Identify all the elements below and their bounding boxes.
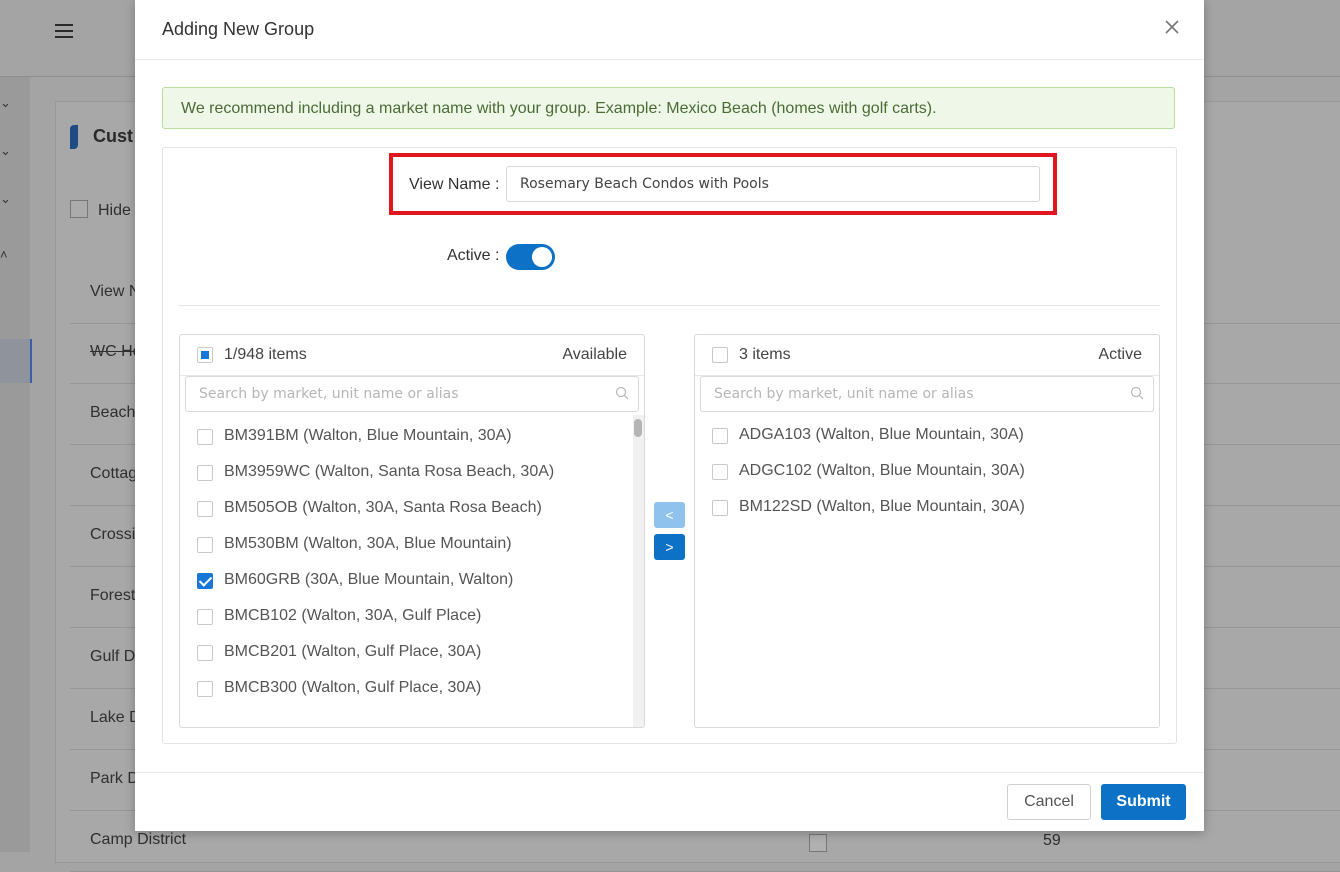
item-checkbox[interactable] (712, 464, 728, 480)
chevron-down-icon[interactable]: ⌄ (0, 95, 11, 111)
available-search-input[interactable]: Search by market, unit name or alias (185, 376, 639, 412)
list-item[interactable]: BM391BM (Walton, Blue Mountain, 30A) (180, 419, 644, 455)
cancel-button[interactable]: Cancel (1007, 784, 1091, 820)
active-search-input[interactable]: Search by market, unit name or alias (700, 376, 1154, 412)
item-label: BM60GRB (30A, Blue Mountain, Walton) (224, 571, 514, 588)
info-alert: We recommend including a market name wit… (162, 87, 1175, 129)
move-left-button[interactable]: < (654, 502, 685, 528)
list-item[interactable]: ADGA103 (Walton, Blue Mountain, 30A) (695, 418, 1159, 454)
list-item[interactable]: BMCB102 (Walton, 30A, Gulf Place) (180, 599, 644, 635)
row-label: WC Ho (90, 343, 142, 360)
hide-checkbox[interactable]: Hide (70, 200, 131, 220)
close-icon[interactable] (1163, 18, 1181, 36)
search-icon (1130, 386, 1144, 400)
active-title: Active (1098, 346, 1142, 363)
move-right-button[interactable]: > (654, 534, 685, 560)
item-label: ADGC102 (Walton, Blue Mountain, 30A) (739, 462, 1025, 479)
item-checkbox[interactable] (712, 500, 728, 516)
active-items: ADGA103 (Walton, Blue Mountain, 30A) ADGC… (695, 412, 1159, 727)
scrollbar[interactable] (633, 415, 644, 727)
list-item[interactable]: BM530BM (Walton, 30A, Blue Mountain) (180, 527, 644, 563)
row-label: Cottag (90, 465, 138, 482)
add-group-modal: Adding New Group We recommend including … (135, 0, 1204, 831)
sidebar: ⌄ ⌄ ⌄ ˄ (0, 77, 32, 852)
item-checkbox[interactable] (197, 573, 213, 589)
list-item[interactable]: BM3959WC (Walton, Santa Rosa Beach, 30A) (180, 455, 644, 491)
item-checkbox[interactable] (197, 681, 213, 697)
alert-text: We recommend including a market name wit… (181, 100, 937, 117)
item-checkbox[interactable] (197, 465, 213, 481)
submit-button[interactable]: Submit (1101, 784, 1186, 820)
available-list: 1/948 items Available Search by market, … (179, 334, 645, 728)
modal-title: Adding New Group (162, 19, 315, 39)
list-item[interactable]: BM60GRB (30A, Blue Mountain, Walton) (180, 563, 644, 599)
list-item[interactable]: BMCB201 (Walton, Gulf Place, 30A) (180, 635, 644, 671)
row-label: Gulf D (90, 648, 136, 665)
chevron-up-icon[interactable]: ˄ (0, 247, 8, 262)
item-label: BM391BM (Walton, Blue Mountain, 30A) (224, 427, 512, 444)
active-list: 3 items Active Search by market, unit na… (694, 334, 1160, 728)
row-label: Park D (90, 770, 139, 787)
item-checkbox[interactable] (197, 429, 213, 445)
row-checkbox[interactable] (809, 834, 827, 852)
active-toggle[interactable] (506, 244, 555, 270)
active-list-header: 3 items Active (695, 335, 1159, 376)
row-label: Beach (90, 404, 136, 421)
available-items: BM19San (Walton, Blue Mountain, 30A) BM39… (180, 412, 644, 727)
item-label: BMCB102 (Walton, 30A, Gulf Place) (224, 607, 482, 624)
active-count: 3 items (739, 346, 791, 363)
item-label: BM505OB (Walton, 30A, Santa Rosa Beach) (224, 499, 542, 516)
chevron-down-icon[interactable]: ⌄ (0, 191, 11, 207)
available-count: 1/948 items (224, 346, 307, 363)
title-accent (70, 125, 78, 149)
item-checkbox[interactable] (197, 537, 213, 553)
item-checkbox[interactable] (712, 428, 728, 444)
active-label: Active : (447, 247, 500, 264)
item-label: BM122SD (Walton, Blue Mountain, 30A) (739, 498, 1025, 515)
item-label: BMCB201 (Walton, Gulf Place, 30A) (224, 643, 482, 660)
row-label: Camp District (90, 831, 187, 848)
list-item[interactable]: BM19San (Walton, Blue Mountain, 30A) (180, 412, 644, 419)
list-item[interactable]: BM122SD (Walton, Blue Mountain, 30A) (695, 490, 1159, 526)
chevron-down-icon[interactable]: ⌄ (0, 143, 11, 159)
sidebar-selected-item[interactable] (0, 339, 32, 383)
view-name-input[interactable]: Rosemary Beach Condos with Pools (506, 166, 1040, 202)
search-icon (615, 386, 629, 400)
item-label: BM3959WC (Walton, Santa Rosa Beach, 30A) (224, 463, 555, 480)
item-label: BMCB300 (Walton, Gulf Place, 30A) (224, 679, 482, 696)
item-label: BM530BM (Walton, 30A, Blue Mountain) (224, 535, 512, 552)
modal-header: Adding New Group (135, 0, 1204, 60)
divider (179, 305, 1160, 306)
item-checkbox[interactable] (197, 501, 213, 517)
menu-icon[interactable] (55, 24, 73, 38)
list-item[interactable]: BM505OB (Walton, 30A, Santa Rosa Beach) (180, 491, 644, 527)
row-label: Crossi (90, 526, 136, 543)
list-item[interactable]: BMCB300 (Walton, Gulf Place, 30A) (180, 671, 644, 707)
item-checkbox[interactable] (197, 609, 213, 625)
row-value: 59 (1043, 832, 1061, 849)
item-checkbox[interactable] (197, 645, 213, 661)
available-title: Available (562, 346, 627, 363)
available-list-header: 1/948 items Available (180, 335, 644, 376)
view-name-label: View Name : (409, 176, 500, 193)
list-item[interactable]: ADGC102 (Walton, Blue Mountain, 30A) (695, 454, 1159, 490)
select-all-active-checkbox[interactable] (712, 347, 728, 363)
row-label: Forest (90, 587, 136, 604)
select-all-available-checkbox[interactable] (197, 347, 213, 363)
modal-footer-divider (135, 772, 1204, 773)
item-label: ADGA103 (Walton, Blue Mountain, 30A) (739, 426, 1024, 443)
row-label: Lake D (90, 709, 141, 726)
page-title: Cust (93, 126, 133, 146)
